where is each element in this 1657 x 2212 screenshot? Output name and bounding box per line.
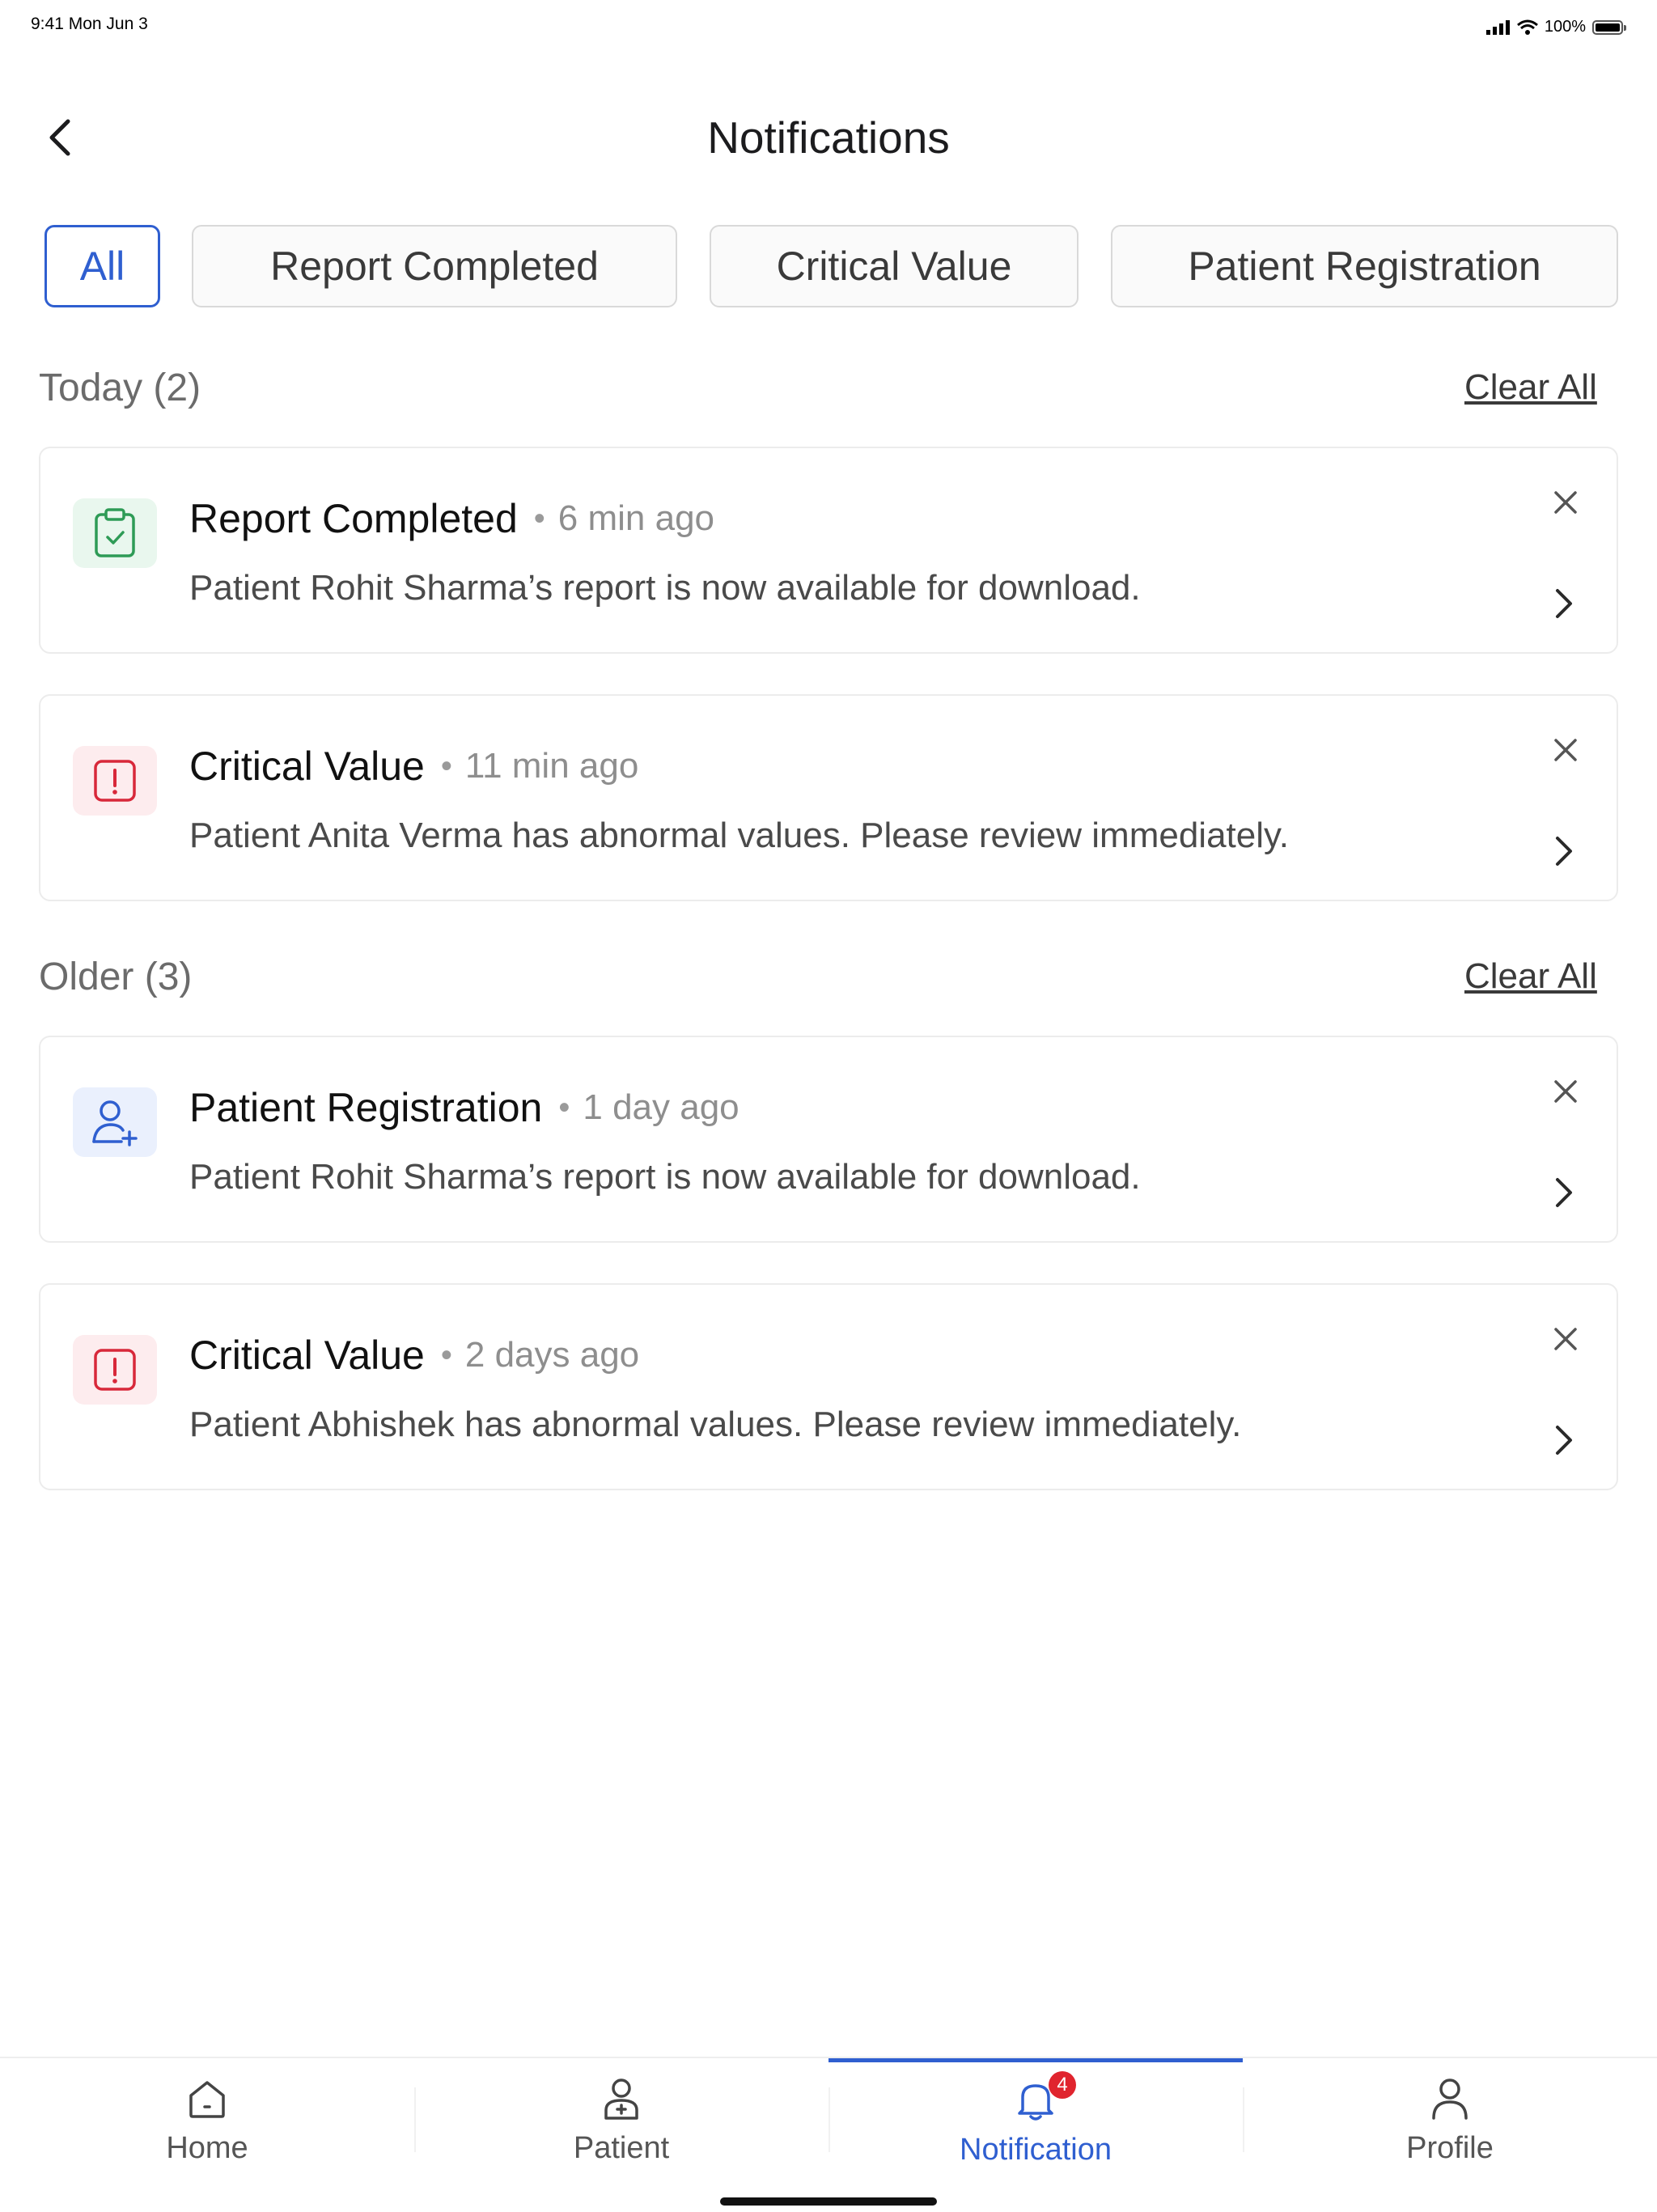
notification-time: 1 day ago	[583, 1087, 740, 1127]
report-completed-icon-tile	[73, 498, 157, 568]
alert-exclamation-icon	[94, 1349, 136, 1391]
bottom-tab-bar: Home Patient 4 Notification Profile	[0, 2057, 1657, 2212]
separator-dot: •	[558, 1089, 570, 1125]
chevron-right-icon	[1556, 1426, 1572, 1455]
patient-icon	[604, 2079, 638, 2120]
critical-value-icon-tile	[73, 746, 157, 816]
open-notification-button[interactable]	[1544, 1417, 1584, 1463]
tab-label: Patient	[573, 2131, 670, 2165]
notification-card[interactable]: Critical Value • 11 min ago Patient Anit…	[39, 694, 1618, 901]
notification-title: Report Completed	[189, 496, 518, 541]
status-bar: 9:41 Mon Jun 3 100%	[0, 0, 1657, 52]
chevron-right-icon	[1556, 837, 1572, 866]
battery-icon	[1592, 19, 1626, 35]
tab-notification[interactable]: 4 Notification	[828, 2058, 1243, 2180]
critical-value-icon-tile	[73, 1335, 157, 1405]
patient-registration-icon-tile	[73, 1087, 157, 1157]
notification-title: Patient Registration	[189, 1085, 543, 1130]
open-notification-button[interactable]	[1544, 828, 1584, 874]
notification-title: Critical Value	[189, 744, 425, 789]
notification-message: Patient Anita Verma has abnormal values.…	[189, 816, 1289, 855]
cellular-signal-icon	[1485, 19, 1510, 35]
dismiss-button[interactable]	[1545, 1071, 1586, 1112]
notification-card[interactable]: Report Completed • 6 min ago Patient Roh…	[39, 447, 1618, 654]
wifi-icon	[1516, 19, 1538, 35]
separator-dot: •	[440, 1337, 452, 1373]
notification-card[interactable]: Critical Value • 2 days ago Patient Abhi…	[39, 1283, 1618, 1490]
notification-message: Patient Rohit Sharma’s report is now ava…	[189, 1157, 1141, 1197]
tab-label: Home	[166, 2131, 248, 2165]
card-title-row: Critical Value • 2 days ago	[189, 1332, 639, 1379]
battery-percentage: 100%	[1544, 18, 1586, 36]
notification-card[interactable]: Patient Registration • 1 day ago Patient…	[39, 1036, 1618, 1243]
separator-dot: •	[533, 500, 545, 536]
dismiss-button[interactable]	[1545, 730, 1586, 770]
close-icon	[1554, 739, 1577, 761]
card-title-row: Report Completed • 6 min ago	[189, 495, 714, 542]
home-icon	[189, 2081, 225, 2118]
tab-patient[interactable]: Patient	[414, 2058, 828, 2180]
filter-chip-all[interactable]: All	[44, 225, 160, 307]
filter-chip-critical-value[interactable]: Critical Value	[710, 225, 1079, 307]
notification-time: 6 min ago	[557, 498, 715, 538]
tab-label: Notification	[960, 2133, 1112, 2167]
notification-title: Critical Value	[189, 1333, 425, 1378]
status-time: 9:41 Mon Jun 3	[31, 15, 148, 33]
notification-time: 2 days ago	[464, 1335, 640, 1375]
open-notification-button[interactable]	[1544, 1170, 1584, 1215]
separator-dot: •	[440, 748, 452, 784]
clipboard-check-icon	[95, 508, 135, 557]
tab-label: Profile	[1406, 2131, 1494, 2165]
status-indicators: 100%	[1485, 18, 1626, 36]
chevron-right-icon	[1556, 589, 1572, 618]
section-title-today: Today (2)	[39, 367, 201, 409]
dismiss-button[interactable]	[1545, 1319, 1586, 1359]
notification-time: 11 min ago	[464, 746, 639, 786]
close-icon	[1554, 1328, 1577, 1350]
notification-count-badge: 4	[1049, 2071, 1076, 2099]
home-indicator[interactable]	[720, 2197, 937, 2206]
dismiss-button[interactable]	[1545, 482, 1586, 523]
profile-icon	[1432, 2079, 1468, 2120]
open-notification-button[interactable]	[1544, 581, 1584, 626]
close-icon	[1554, 1080, 1577, 1103]
alert-exclamation-icon	[94, 760, 136, 802]
notification-message: Patient Abhishek has abnormal values. Pl…	[189, 1405, 1242, 1444]
section-title-older: Older (3)	[39, 956, 193, 998]
filter-chip-patient-registration[interactable]: Patient Registration	[1111, 225, 1618, 307]
close-icon	[1554, 491, 1577, 514]
filter-chip-report-completed[interactable]: Report Completed	[192, 225, 677, 307]
card-title-row: Patient Registration • 1 day ago	[189, 1084, 740, 1131]
clear-all-older-button[interactable]: Clear All	[1464, 956, 1597, 997]
header: Notifications	[0, 97, 1657, 178]
page-title: Notifications	[707, 112, 950, 163]
notification-message: Patient Rohit Sharma’s report is now ava…	[189, 568, 1141, 608]
user-plus-icon	[92, 1100, 138, 1146]
card-title-row: Critical Value • 11 min ago	[189, 743, 638, 790]
chevron-right-icon	[1556, 1178, 1572, 1207]
tab-profile[interactable]: Profile	[1243, 2058, 1657, 2180]
clear-all-today-button[interactable]: Clear All	[1464, 367, 1597, 408]
tab-home[interactable]: Home	[0, 2058, 414, 2180]
